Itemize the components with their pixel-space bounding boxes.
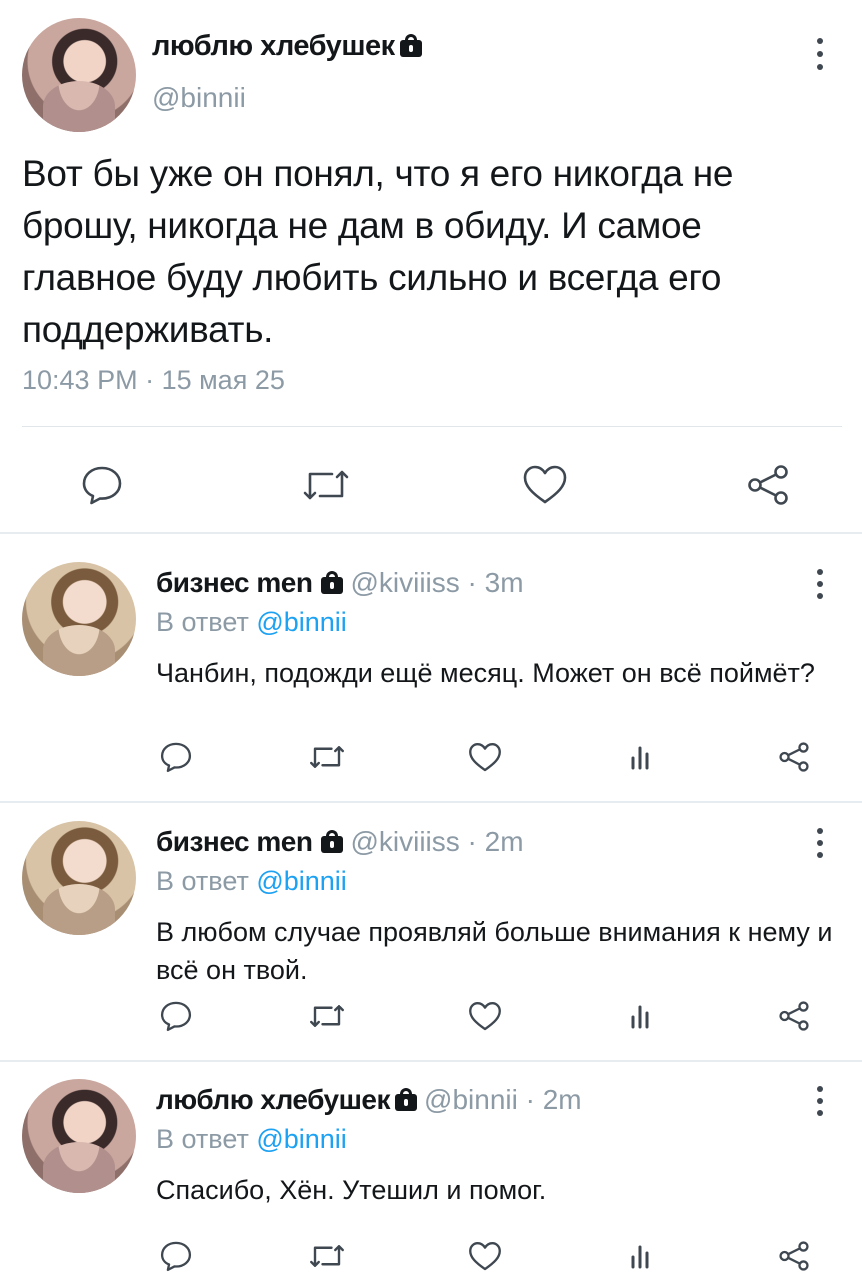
like-icon[interactable] [465,1236,505,1276]
main-tweet: люблю хлебушек @binnii Вот бы уже он пон… [0,0,862,533]
like-icon[interactable] [465,737,505,777]
tweet-text: Вот бы уже он понял, что я его никогда н… [22,153,734,350]
action-bar [0,1224,862,1278]
divider [22,426,842,427]
reply-header: бизнес men @kiviiiss · 2m [156,826,524,858]
retweet-icon[interactable] [296,455,356,515]
lock-icon [399,33,423,57]
reply-context: В ответ @binnii [156,1124,347,1155]
meta-separator: · [459,826,485,857]
like-icon[interactable] [465,996,505,1036]
reply-context: В ответ @binnii [156,607,347,638]
handle[interactable]: @kiviiiss [350,567,459,598]
avatar[interactable] [22,562,136,676]
retweet-icon[interactable] [307,1236,347,1276]
avatar[interactable] [22,821,136,935]
like-icon[interactable] [515,455,575,515]
share-icon[interactable] [774,996,814,1036]
display-name[interactable]: бизнес men [156,567,313,598]
avatar[interactable] [22,18,136,132]
action-bar [0,984,862,1038]
display-name-text[interactable]: люблю хлебушек [152,30,395,62]
reply-mention[interactable]: @binnii [256,607,346,637]
more-options-icon[interactable] [815,38,825,70]
retweet-icon[interactable] [307,996,347,1036]
meta-separator: · [137,365,162,395]
share-icon[interactable] [774,1236,814,1276]
reply-tweet[interactable]: бизнес men @kiviiiss · 3m В ответ @binnii… [0,535,862,793]
display-name[interactable]: бизнес men [156,826,313,857]
tweet-timestamp: 10:43 PM · 15 мая 25 [22,365,285,396]
analytics-icon[interactable] [620,996,660,1036]
lock-icon [320,570,344,594]
display-name[interactable]: люблю хлебушек [152,30,423,63]
more-options-icon[interactable] [815,569,825,599]
handle[interactable]: @kiviiiss [350,826,459,857]
share-icon[interactable] [738,455,798,515]
reply-header: люблю хлебушек @binnii · 2m [156,1084,582,1116]
share-icon[interactable] [774,737,814,777]
lock-icon [394,1087,418,1111]
action-bar [0,430,862,530]
reply-icon[interactable] [156,737,196,777]
analytics-icon[interactable] [620,1236,660,1276]
handle[interactable]: @binnii [152,82,246,114]
reply-icon[interactable] [156,996,196,1036]
reply-time: 3m [484,567,524,598]
display-name[interactable]: люблю хлебушек [156,1084,391,1115]
more-options-icon[interactable] [815,828,825,858]
divider [0,532,862,534]
tweet-time: 10:43 PM [22,365,138,395]
avatar[interactable] [22,1079,136,1193]
reply-text: Спасибо, Хён. Утешил и помог. [156,1175,547,1205]
reply-context: В ответ @binnii [156,866,347,897]
tweet-date: 15 мая 25 [161,365,285,395]
reply-header: бизнес men @kiviiiss · 3m [156,567,524,599]
reply-prefix: В ответ [156,866,257,896]
handle[interactable]: @binnii [424,1084,518,1115]
reply-time: 2m [484,826,524,857]
meta-separator: · [459,567,485,598]
reply-time: 2m [542,1084,582,1115]
meta-separator: · [517,1084,543,1115]
action-bar [0,725,862,779]
reply-text: В любом случае проявляй больше внимания … [156,917,833,985]
reply-tweet[interactable]: люблю хлебушек @binnii · 2m В ответ @binn… [0,1052,862,1280]
lock-icon [320,829,344,853]
analytics-icon[interactable] [620,737,660,777]
more-options-icon[interactable] [815,1086,825,1116]
reply-prefix: В ответ [156,1124,257,1154]
retweet-icon[interactable] [307,737,347,777]
reply-mention[interactable]: @binnii [256,866,346,896]
reply-icon[interactable] [156,1236,196,1276]
reply-mention[interactable]: @binnii [256,1124,346,1154]
reply-icon[interactable] [72,455,132,515]
reply-tweet[interactable]: бизнес men @kiviiiss · 2m В ответ @binnii… [0,794,862,1052]
reply-text: Чанбин, подожди ещё месяц. Может он всё … [156,658,815,688]
reply-prefix: В ответ [156,607,257,637]
